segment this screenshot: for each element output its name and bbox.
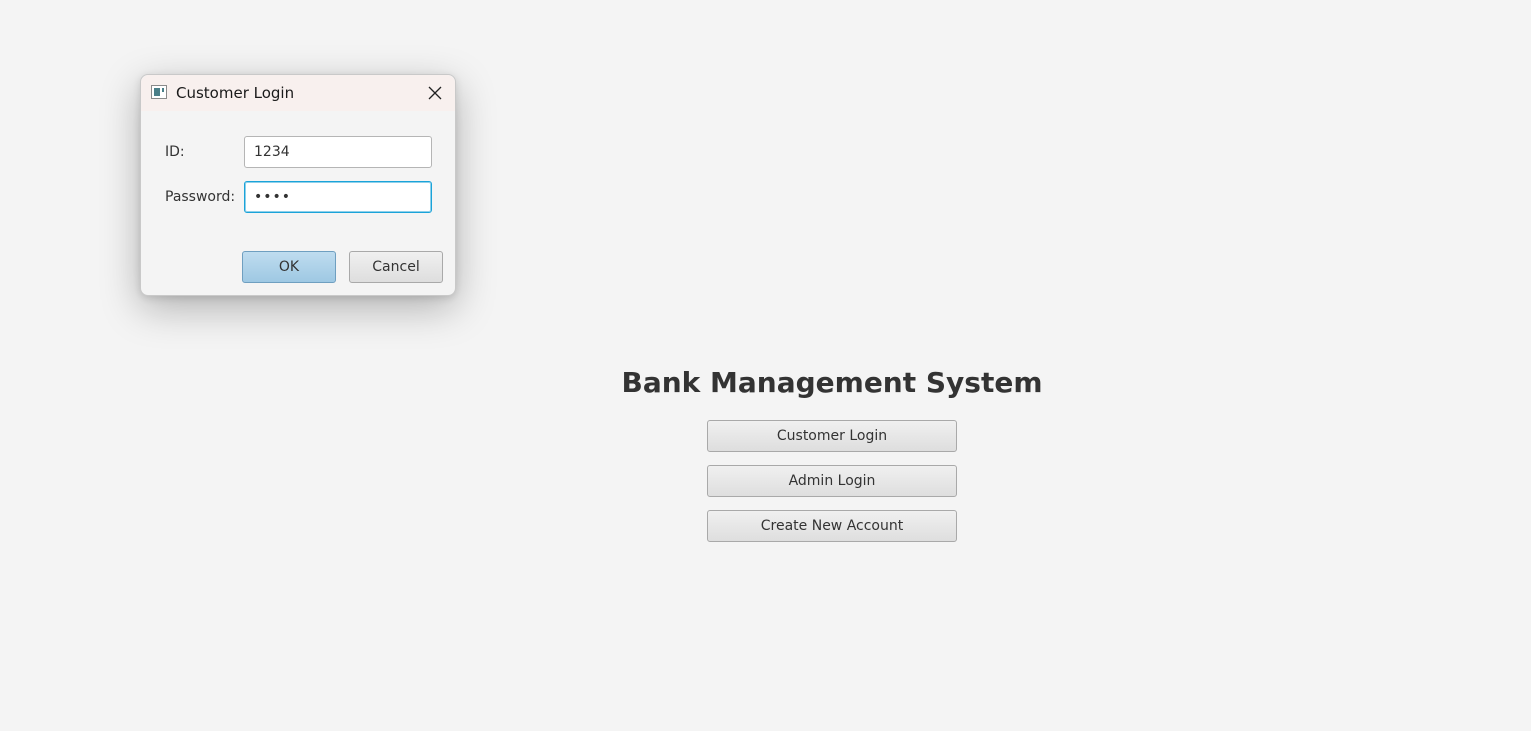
ok-button[interactable]: OK xyxy=(242,251,336,283)
dialog-title: Customer Login xyxy=(176,84,295,102)
id-field[interactable] xyxy=(244,136,432,168)
id-label: ID: xyxy=(165,144,185,160)
admin-login-button[interactable]: Admin Login xyxy=(707,465,957,497)
create-new-account-button[interactable]: Create New Account xyxy=(707,510,957,542)
window-app-icon xyxy=(151,85,167,99)
customer-login-button[interactable]: Customer Login xyxy=(707,420,957,452)
dialog-titlebar[interactable]: Customer Login xyxy=(141,75,455,111)
password-field[interactable] xyxy=(244,181,432,213)
app-title: Bank Management System xyxy=(621,366,1043,399)
close-icon[interactable] xyxy=(421,81,449,105)
password-label: Password: xyxy=(165,189,236,205)
customer-login-dialog: Customer Login ID: Password: OK Cancel xyxy=(140,74,456,296)
cancel-button[interactable]: Cancel xyxy=(349,251,443,283)
